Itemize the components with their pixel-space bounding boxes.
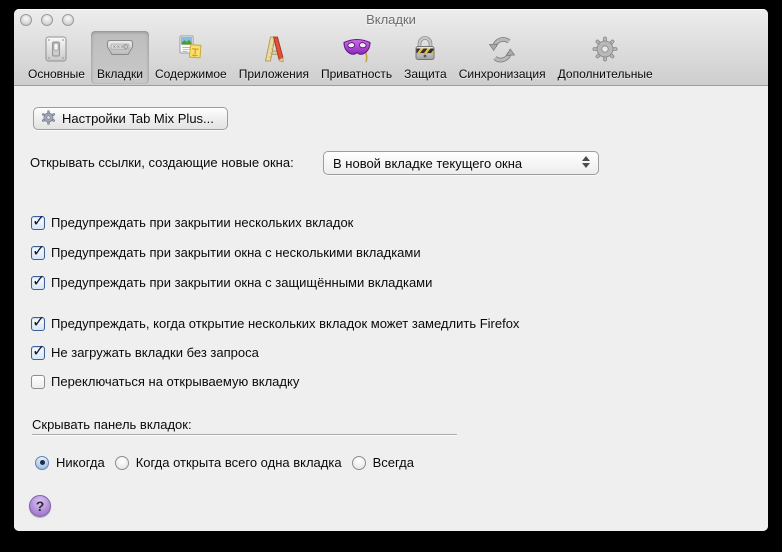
general-switch-icon: [38, 34, 74, 66]
preferences-window: Вкладки Основные ××× × Вкладки Содержимо…: [14, 9, 768, 531]
toolbar-tab-label: Основные: [28, 67, 85, 81]
tabs-preferences-pane: Настройки Tab Mix Plus... Открывать ссыл…: [14, 86, 768, 531]
privacy-mask-icon: [339, 34, 375, 66]
open-links-select[interactable]: В новой вкладке текущего окна: [323, 151, 599, 175]
checkbox-row[interactable]: Предупреждать, когда открытие нескольких…: [31, 312, 520, 332]
toolbar-tab-security[interactable]: Защита: [398, 31, 453, 84]
checkbox[interactable]: [31, 211, 45, 231]
toolbar-tab-label: Вкладки: [96, 67, 143, 81]
titlebar[interactable]: Вкладки: [14, 9, 768, 31]
window-chrome: Вкладки Основные ××× × Вкладки Содержимо…: [14, 9, 768, 86]
tab-mix-plus-settings-button[interactable]: Настройки Tab Mix Plus...: [33, 107, 228, 130]
sync-icon: [484, 34, 520, 66]
svg-text:×××: ×××: [112, 44, 124, 50]
content-icon: [173, 34, 209, 66]
tab-mix-plus-label: Настройки Tab Mix Plus...: [62, 111, 214, 126]
checkbox[interactable]: [31, 341, 45, 361]
toolbar-tab-applications[interactable]: Приложения: [233, 31, 315, 84]
toolbar-tab-content[interactable]: Содержимое: [149, 31, 233, 84]
radio-always[interactable]: [351, 455, 366, 470]
checkbox-row[interactable]: Предупреждать при закрытии окна с нескол…: [31, 241, 421, 261]
radio-label: Никогда: [56, 455, 105, 470]
checkbox-label: Предупреждать при закрытии окна с нескол…: [51, 245, 421, 260]
hide-tabbar-radio-group: Никогда Когда открыта всего одна вкладка…: [35, 454, 417, 471]
toolbar-tab-sync[interactable]: Синхронизация: [453, 31, 552, 84]
toolbar-tab-label: Приложения: [238, 67, 309, 81]
radio-label: Когда открыта всего одна вкладка: [135, 455, 342, 470]
applications-icon: [256, 34, 292, 66]
checkbox-row[interactable]: Предупреждать при закрытии нескольких вк…: [31, 211, 354, 231]
toolbar-tab-label: Защита: [404, 67, 447, 81]
tabs-icon: ××× ×: [102, 34, 138, 66]
hide-tabbar-group-label: Скрывать панель вкладок:: [32, 417, 192, 432]
group-separator: [32, 434, 457, 435]
open-links-selected-value: В новой вкладке текущего окна: [333, 155, 523, 171]
radio-single-tab[interactable]: [114, 455, 129, 470]
preferences-toolbar: Основные ××× × Вкладки Содержимое Прилож…: [14, 31, 768, 85]
checkbox-label: Не загружать вкладки без запроса: [51, 345, 259, 360]
svg-text:×: ×: [124, 44, 127, 49]
toolbar-tab-general[interactable]: Основные: [22, 31, 91, 84]
toolbar-tab-privacy[interactable]: Приватность: [315, 31, 398, 84]
checkbox[interactable]: [31, 312, 45, 332]
advanced-gear-icon: [587, 34, 623, 66]
security-lock-icon: [407, 34, 443, 66]
toolbar-tab-tabs[interactable]: ××× × Вкладки: [90, 31, 149, 84]
window-title: Вкладки: [366, 12, 416, 27]
checkbox[interactable]: [31, 374, 45, 389]
checkbox-label: Предупреждать при закрытии окна с защищё…: [51, 275, 433, 290]
radio-label: Всегда: [372, 455, 414, 470]
help-button[interactable]: ?: [29, 495, 51, 517]
toolbar-tab-label: Содержимое: [154, 67, 227, 81]
open-links-label: Открывать ссылки, создающие новые окна:: [30, 155, 294, 170]
checkbox-row[interactable]: Не загружать вкладки без запроса: [31, 341, 259, 361]
toolbar-tab-label: Синхронизация: [458, 67, 546, 81]
checkbox-label: Предупреждать, когда открытие нескольких…: [51, 316, 520, 331]
checkbox[interactable]: [31, 241, 45, 261]
gear-icon: [41, 109, 56, 128]
stepper-arrows-icon: [582, 156, 590, 168]
radio-never[interactable]: [35, 455, 49, 470]
toolbar-tab-label: Приватность: [320, 67, 393, 81]
toolbar-tab-label: Дополнительные: [557, 67, 653, 81]
checkbox-label: Переключаться на открываемую вкладку: [51, 374, 300, 389]
checkbox-row[interactable]: Предупреждать при закрытии окна с защищё…: [31, 271, 433, 291]
checkbox-row[interactable]: Переключаться на открываемую вкладку: [31, 373, 299, 390]
checkbox[interactable]: [31, 271, 45, 291]
toolbar-tab-advanced[interactable]: Дополнительные: [552, 31, 659, 84]
checkbox-label: Предупреждать при закрытии нескольких вк…: [51, 215, 354, 230]
